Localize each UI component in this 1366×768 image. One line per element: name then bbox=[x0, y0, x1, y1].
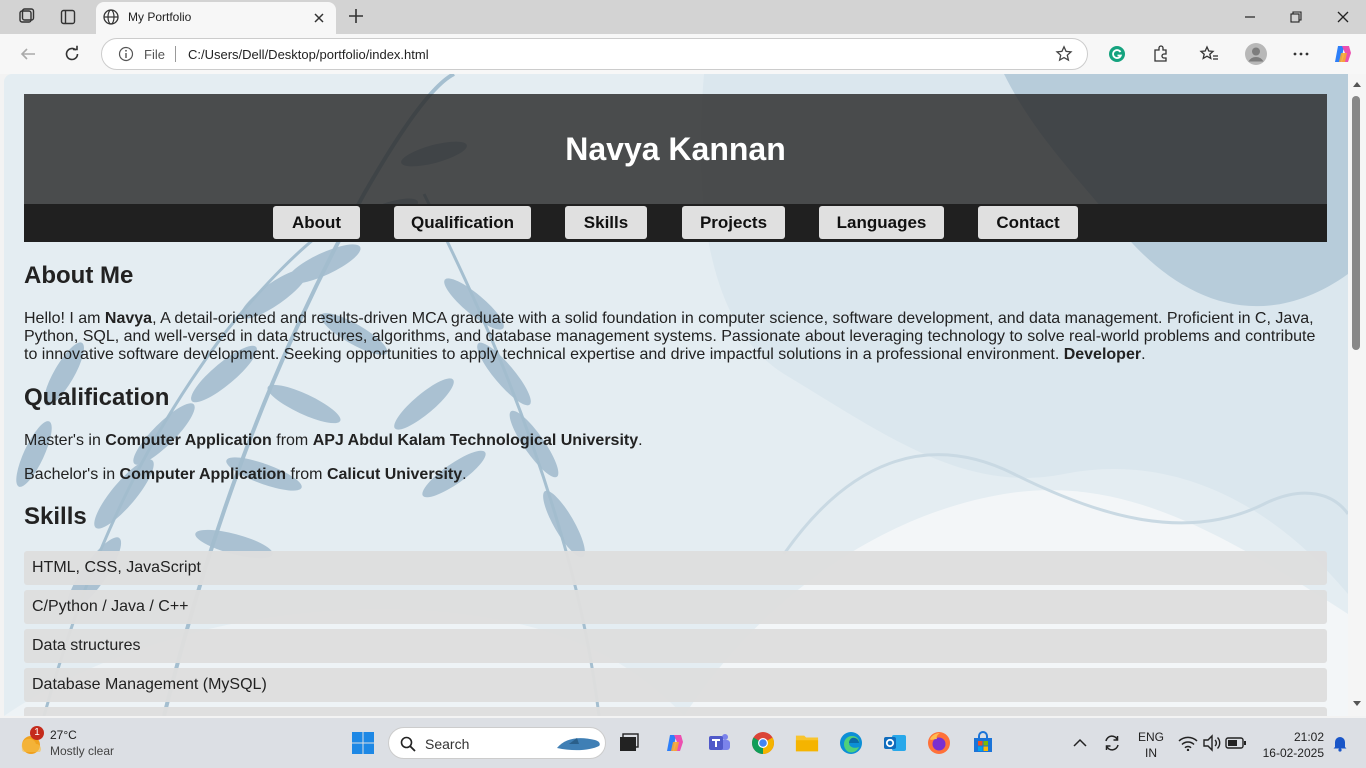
back-icon[interactable] bbox=[16, 42, 40, 66]
qualification-degree: Computer Application bbox=[105, 432, 272, 449]
qualification-end: . bbox=[462, 466, 467, 483]
weather-temperature[interactable]: 27°C bbox=[50, 728, 77, 742]
copilot-taskbar-icon[interactable] bbox=[663, 731, 687, 755]
firefox-icon[interactable] bbox=[927, 731, 951, 755]
page-viewport: Navya Kannan About Qualification Skills … bbox=[4, 74, 1348, 716]
restore-icon[interactable] bbox=[1286, 8, 1306, 26]
plus-icon[interactable] bbox=[346, 6, 366, 31]
globe-icon bbox=[102, 8, 120, 31]
about-end: . bbox=[1141, 346, 1146, 363]
extensions-icon[interactable] bbox=[1148, 42, 1174, 66]
edge-icon[interactable] bbox=[839, 731, 863, 755]
skills-heading: Skills bbox=[24, 503, 87, 530]
taskbar-search[interactable]: Search bbox=[388, 727, 606, 759]
search-label: Search bbox=[425, 736, 470, 752]
minimize-icon[interactable] bbox=[1240, 8, 1260, 26]
star-icon[interactable] bbox=[1055, 45, 1073, 68]
scheme-label: File bbox=[144, 47, 165, 62]
battery-icon[interactable] bbox=[1224, 731, 1248, 755]
profile-icon[interactable] bbox=[1243, 42, 1269, 66]
file-explorer-icon[interactable] bbox=[795, 731, 819, 755]
site-nav: About Qualification Skills Projects Lang… bbox=[24, 204, 1327, 242]
tab-actions-icon[interactable] bbox=[56, 7, 80, 27]
about-intro: Hello! I am bbox=[24, 310, 105, 327]
browser-tab-bar: My Portfolio bbox=[0, 0, 1366, 34]
store-icon[interactable] bbox=[971, 731, 995, 755]
about-paragraph: Hello! I am Navya, A detail-oriented and… bbox=[24, 310, 1327, 364]
qualification-university: APJ Abdul Kalam Technological University bbox=[312, 432, 639, 449]
task-view-icon[interactable] bbox=[617, 731, 641, 755]
close-window-icon[interactable] bbox=[1333, 8, 1353, 26]
site-name: Navya Kannan bbox=[565, 130, 786, 167]
portfolio-page: Navya Kannan About Qualification Skills … bbox=[24, 94, 1327, 716]
qualification-item: Master's in Computer Application from AP… bbox=[24, 432, 643, 450]
favorites-icon[interactable] bbox=[1196, 42, 1222, 66]
clock-date: 16-02-2025 bbox=[1262, 746, 1324, 760]
clock-time: 21:02 bbox=[1293, 730, 1324, 744]
language-line1: ENG bbox=[1138, 730, 1165, 744]
nav-skills[interactable]: Skills bbox=[565, 206, 647, 239]
weather-badge: 1 bbox=[30, 726, 44, 740]
qualification-heading: Qualification bbox=[24, 384, 170, 411]
notification-bell-icon[interactable] bbox=[1328, 731, 1352, 755]
volume-icon[interactable] bbox=[1200, 731, 1224, 755]
grammarly-icon[interactable] bbox=[1104, 42, 1130, 66]
skill-item: Data structures bbox=[24, 629, 1327, 663]
chevron-up-icon[interactable] bbox=[1068, 731, 1092, 755]
reload-icon[interactable] bbox=[60, 42, 84, 66]
tab-title: My Portfolio bbox=[128, 10, 192, 24]
qualification-mid: from bbox=[286, 466, 327, 483]
weather-description[interactable]: Mostly clear bbox=[50, 744, 114, 758]
sync-icon[interactable] bbox=[1100, 731, 1124, 755]
nav-contact[interactable]: Contact bbox=[978, 206, 1078, 239]
qualification-mid: from bbox=[271, 432, 313, 449]
active-tab[interactable]: My Portfolio bbox=[96, 2, 336, 34]
qualification-end: . bbox=[638, 432, 643, 449]
copilot-icon[interactable] bbox=[1330, 42, 1356, 66]
page-scrollbar[interactable] bbox=[1348, 74, 1366, 716]
qualification-prefix: Bachelor's in bbox=[24, 466, 120, 483]
search-icon bbox=[400, 736, 416, 752]
qualification-prefix: Master's in bbox=[24, 432, 106, 449]
nav-languages[interactable]: Languages bbox=[819, 206, 944, 239]
close-icon[interactable] bbox=[310, 9, 328, 32]
skill-item: HTML, CSS, JavaScript bbox=[24, 551, 1327, 585]
teams-icon[interactable] bbox=[707, 731, 731, 755]
address-divider bbox=[175, 46, 176, 62]
qualification-university: Calicut University bbox=[326, 466, 463, 483]
about-name: Navya bbox=[104, 310, 153, 327]
nav-projects[interactable]: Projects bbox=[682, 206, 785, 239]
address-bar[interactable]: File C:/Users/Dell/Desktop/portfolio/ind… bbox=[101, 38, 1088, 70]
search-highlight-icon bbox=[557, 738, 600, 751]
nav-about[interactable]: About bbox=[273, 206, 360, 239]
skill-item: C/Python / Java / C++ bbox=[24, 590, 1327, 624]
about-heading: About Me bbox=[24, 262, 134, 289]
site-header: Navya Kannan bbox=[24, 94, 1327, 204]
nav-qualification[interactable]: Qualification bbox=[394, 206, 531, 239]
more-icon[interactable] bbox=[1288, 42, 1314, 66]
skill-item-partial bbox=[24, 707, 1327, 716]
browser-toolbar: File C:/Users/Dell/Desktop/portfolio/ind… bbox=[0, 34, 1366, 74]
windows-taskbar: 1 27°C Mostly clear Search ENG IN 21:02 … bbox=[0, 718, 1366, 768]
scrollbar-thumb[interactable] bbox=[1352, 96, 1360, 350]
language-line2: IN bbox=[1145, 746, 1157, 760]
qualification-degree: Computer Application bbox=[119, 466, 287, 483]
chrome-icon[interactable] bbox=[751, 731, 775, 755]
wifi-icon[interactable] bbox=[1176, 731, 1200, 755]
language-indicator[interactable]: ENG IN bbox=[1138, 729, 1164, 761]
scroll-down-icon[interactable] bbox=[1352, 700, 1362, 708]
about-role: Developer bbox=[1063, 346, 1142, 363]
outlook-icon[interactable] bbox=[883, 731, 907, 755]
scroll-up-icon[interactable] bbox=[1352, 80, 1362, 88]
workspaces-icon[interactable] bbox=[14, 7, 38, 27]
qualification-item: Bachelor's in Computer Application from … bbox=[24, 466, 467, 484]
weather-widget-icon[interactable]: 1 bbox=[18, 726, 44, 756]
system-clock[interactable]: 21:02 16-02-2025 bbox=[1258, 729, 1324, 761]
windows-start-icon[interactable] bbox=[351, 731, 375, 755]
info-icon[interactable] bbox=[118, 46, 134, 67]
url-text[interactable]: C:/Users/Dell/Desktop/portfolio/index.ht… bbox=[188, 47, 429, 62]
skill-item: Database Management (MySQL) bbox=[24, 668, 1327, 702]
